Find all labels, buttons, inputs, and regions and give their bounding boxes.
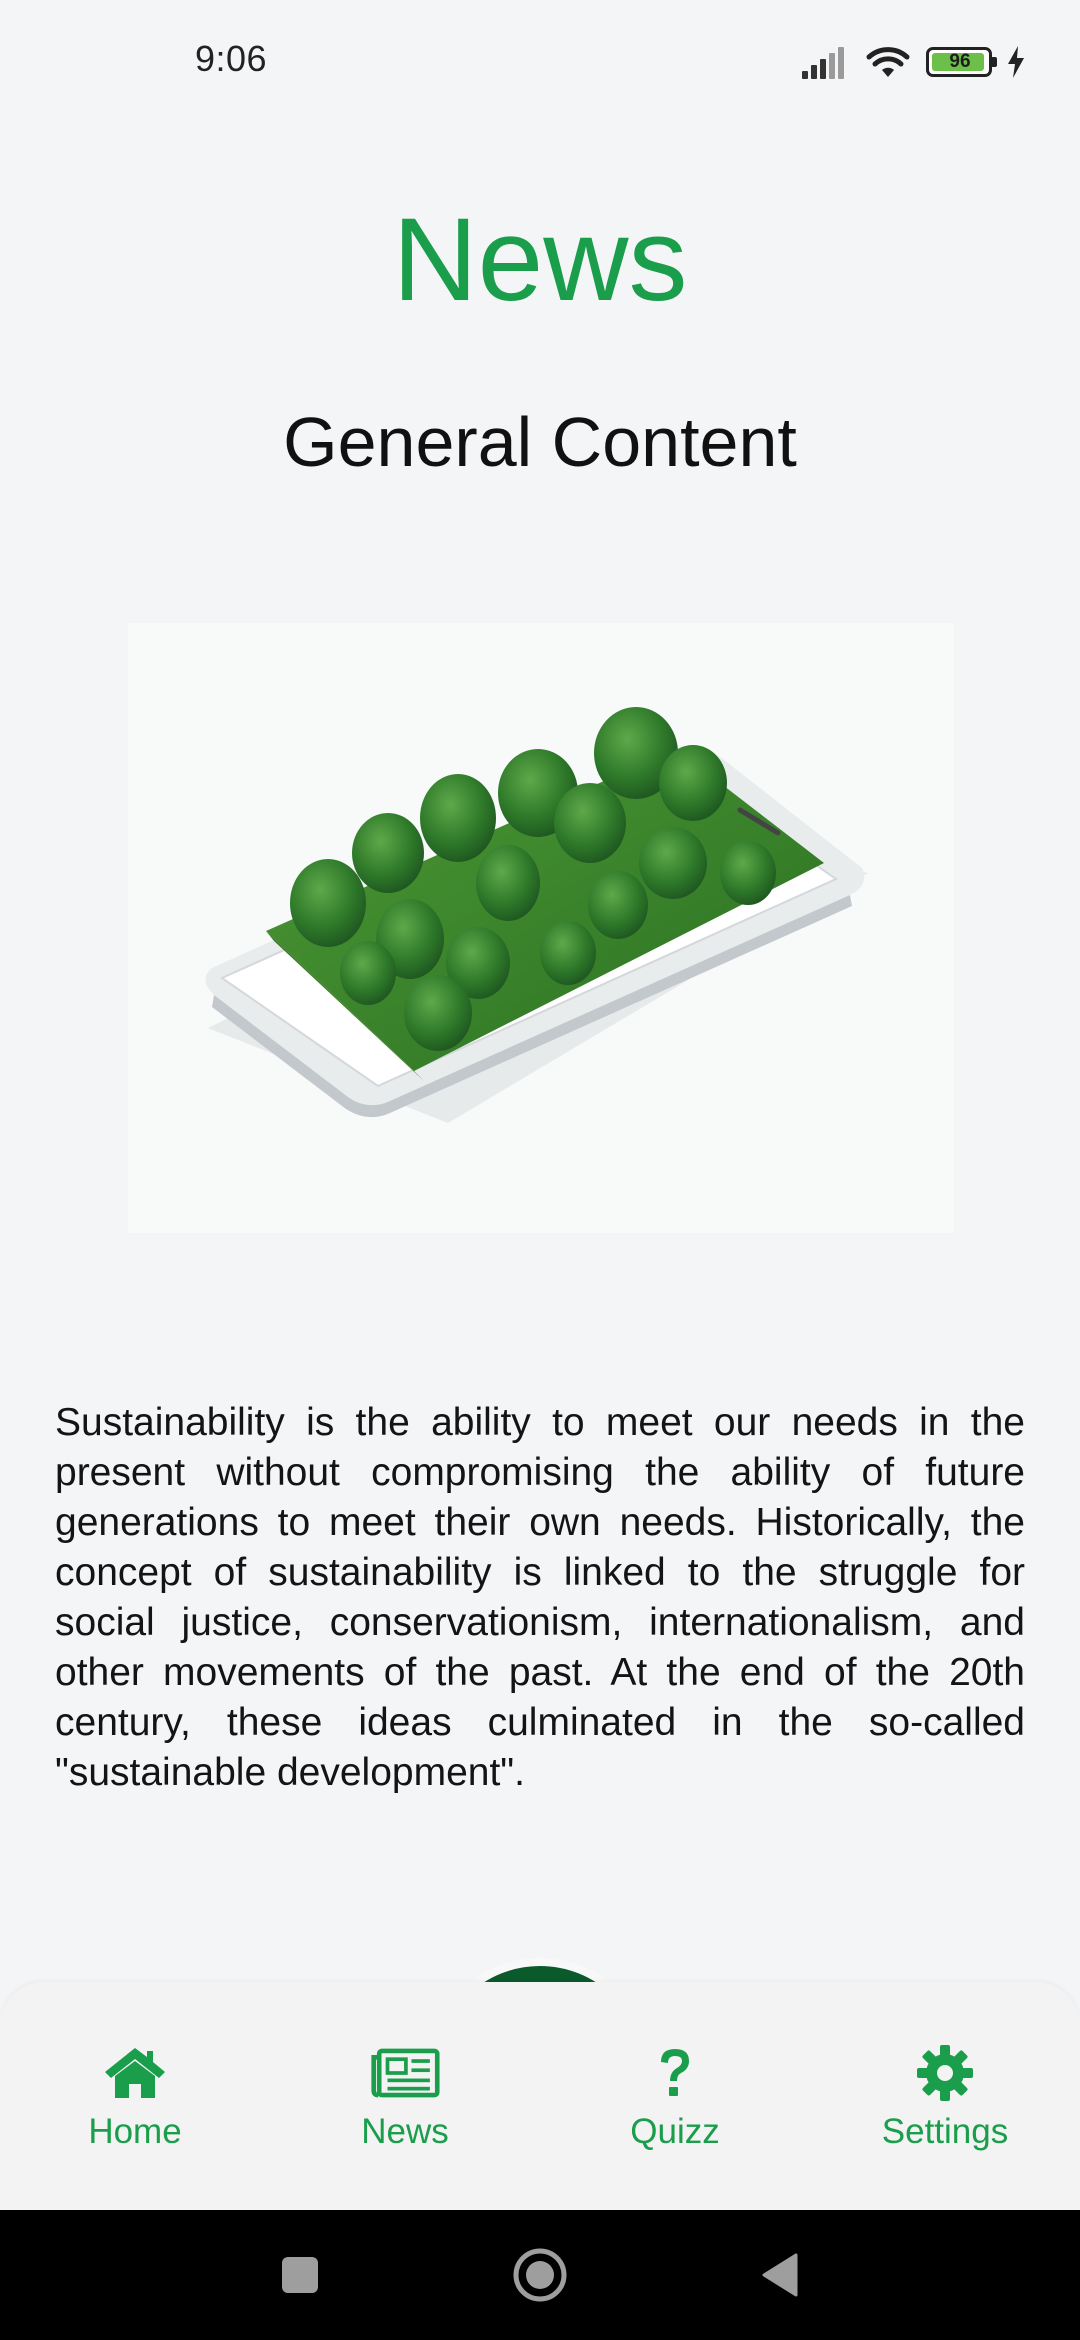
home-icon	[100, 2042, 170, 2104]
gear-icon	[910, 2042, 980, 2104]
nav-item-quizz[interactable]: Quizz	[540, 1982, 810, 2210]
hero-image	[128, 623, 954, 1233]
status-bar: 9:06 96	[0, 0, 1080, 120]
charging-icon	[1008, 46, 1024, 78]
nav-label-quizz: Quizz	[630, 2112, 720, 2151]
nav-label-news: News	[361, 2112, 449, 2151]
wifi-icon	[866, 47, 910, 77]
question-mark-icon	[640, 2042, 710, 2104]
nav-item-home[interactable]: Home	[0, 1982, 270, 2210]
bottom-navigation: Home News Quizz Settings	[0, 1982, 1080, 2210]
status-time: 9:06	[195, 38, 268, 79]
section-title: General Content	[283, 403, 797, 481]
home-system-button[interactable]	[496, 2210, 584, 2340]
nav-item-settings[interactable]: Settings	[810, 1982, 1080, 2210]
nav-label-home: Home	[88, 2112, 182, 2151]
circle-icon	[513, 2248, 567, 2302]
page-title: News	[392, 194, 688, 326]
newspaper-icon	[370, 2042, 440, 2104]
status-icons: 96	[800, 40, 1026, 84]
signal-icon	[802, 47, 844, 79]
article-body: Sustainability is the ability to meet ou…	[55, 1401, 1025, 1794]
back-triangle-icon	[762, 2253, 798, 2297]
back-button[interactable]	[740, 2210, 820, 2340]
battery-level: 96	[949, 51, 971, 72]
nav-label-settings: Settings	[881, 2112, 1009, 2151]
nav-item-news[interactable]: News	[270, 1982, 540, 2210]
battery-icon: 96	[926, 47, 997, 77]
square-icon	[282, 2257, 318, 2293]
system-navigation-bar	[0, 2210, 1080, 2340]
recent-apps-button[interactable]	[260, 2210, 340, 2340]
smartphone-forest-illustration	[205, 707, 868, 1123]
